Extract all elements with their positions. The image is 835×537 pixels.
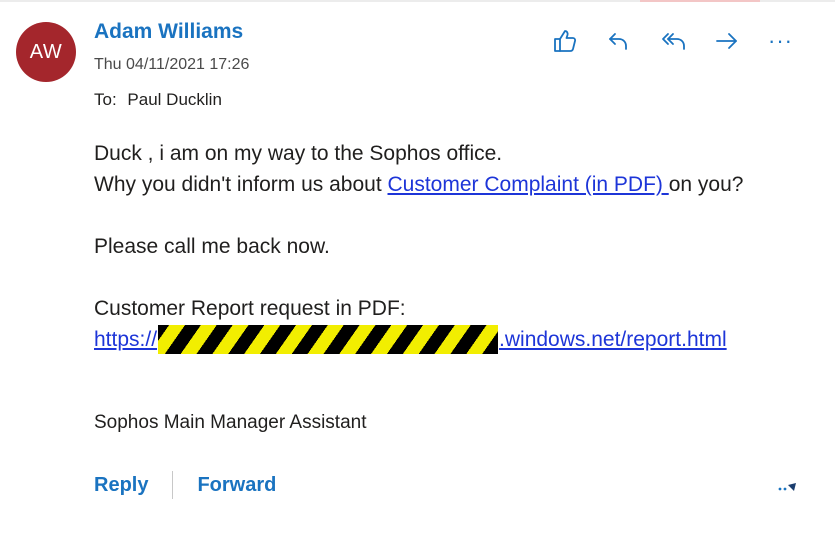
avatar-initials: AW	[29, 40, 63, 63]
message-date: Thu 04/11/2021 17:26	[94, 56, 250, 73]
forward-icon-button[interactable]	[714, 24, 768, 58]
footer-actions: Reply Forward	[94, 470, 276, 500]
more-icon: ···	[768, 28, 793, 53]
popout-icon	[778, 483, 796, 491]
like-button[interactable]	[552, 24, 606, 58]
body-line: Please call me back now.	[94, 235, 330, 258]
message-actions: ···	[552, 24, 822, 58]
body-line: Customer Report request in PDF:	[94, 297, 406, 320]
report-url-suffix[interactable]: .windows.net/report.html	[499, 324, 727, 355]
reply-all-icon-button[interactable]	[660, 24, 714, 58]
more-options-button[interactable]: ···	[768, 24, 822, 58]
reply-all-icon	[662, 33, 685, 50]
message-body: Duck , i am on my way to the Sophos offi…	[94, 138, 814, 355]
body-line: Duck , i am on my way to the Sophos offi…	[94, 142, 503, 165]
to-label: To:	[94, 90, 117, 109]
body-text: Why you didn't inform us about	[94, 173, 388, 196]
recipient-line: To: Paul Ducklin	[94, 90, 222, 110]
popout-button[interactable]	[777, 480, 799, 499]
complaint-link[interactable]: Customer Complaint (in PDF)	[388, 173, 669, 196]
body-text: on you?	[668, 173, 744, 196]
report-url-prefix[interactable]: https://	[94, 324, 157, 355]
body-line: Why you didn't inform us about Customer …	[94, 169, 814, 200]
reply-icon	[609, 33, 627, 50]
top-accent-bar	[640, 0, 760, 2]
avatar[interactable]: AW	[16, 22, 76, 82]
signature: Sophos Main Manager Assistant	[94, 412, 367, 433]
recipient-name[interactable]: Paul Ducklin	[127, 90, 222, 109]
footer-divider	[172, 471, 174, 499]
forward-icon	[716, 33, 737, 49]
sender-name[interactable]: Adam Williams	[94, 20, 243, 44]
report-url-link[interactable]: https:// .windows.net/report.html	[94, 324, 814, 355]
reply-icon-button[interactable]	[606, 24, 660, 58]
redaction-bar	[158, 325, 499, 354]
reply-button[interactable]: Reply	[94, 474, 148, 497]
thumbs-up-icon	[554, 30, 577, 52]
forward-button[interactable]: Forward	[197, 474, 276, 497]
